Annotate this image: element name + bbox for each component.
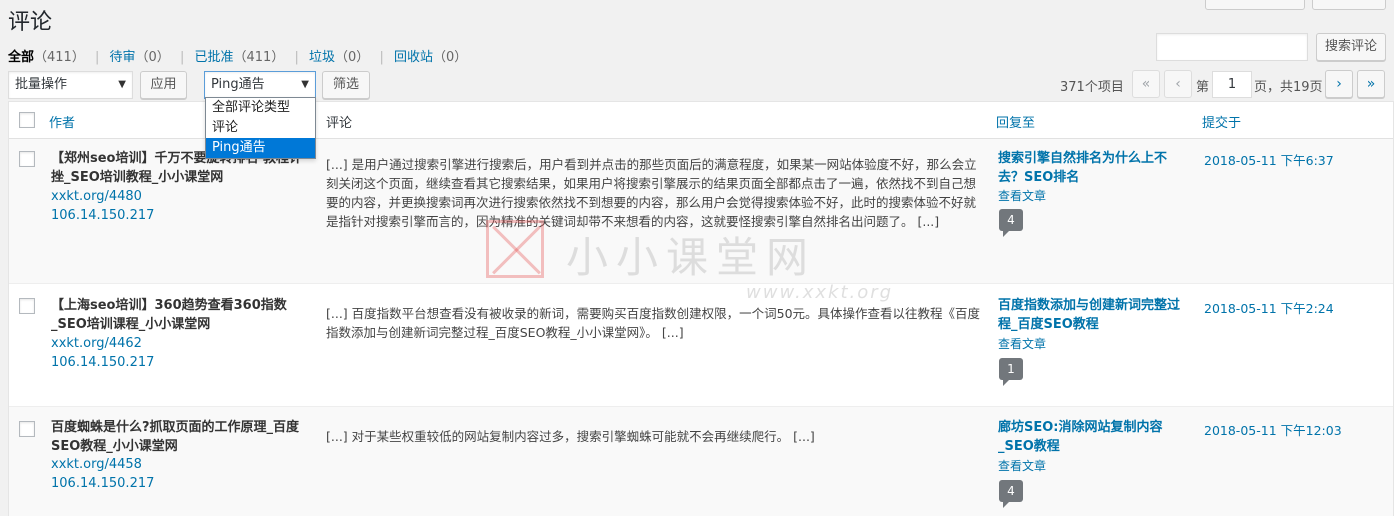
page-prefix: 第 <box>1196 80 1210 95</box>
current-page-input[interactable]: 1 <box>1212 71 1252 98</box>
search-comments-button[interactable]: 搜索评论 <box>1316 33 1386 61</box>
status-filters: 全部（411） | 待审（0） | 已批准（411） | 垃圾（0） | 回收站… <box>8 46 467 65</box>
page-title: 评论 <box>8 10 53 35</box>
filter-all-count: （411） <box>34 50 85 65</box>
table-row: 百度蜘蛛是什么?抓取页面的工作原理_百度SEO教程_小小课堂网 xxkt.org… <box>9 406 1393 516</box>
response-post-link[interactable]: 百度指数添加与创建新词完整过程_百度SEO教程 <box>998 296 1188 334</box>
comment-text: [...] 是用户通过搜索引擎进行搜索后，用户看到并点击的那些页面后的满意程度，… <box>326 157 977 229</box>
author-url[interactable]: xxkt.org/4462 <box>51 336 142 351</box>
apply-button[interactable]: 应用 <box>140 71 187 99</box>
comment-text: [...] 对于某些权重较低的网站复制内容过多，搜索引擎蜘蛛可能就不会再继续爬行… <box>326 429 815 444</box>
comment-count-bubble[interactable]: 1 <box>999 358 1023 386</box>
prev-page-button[interactable]: ‹ <box>1164 70 1192 98</box>
separator: | <box>179 50 185 65</box>
column-response[interactable]: 回复至 <box>996 112 1035 131</box>
column-submitted[interactable]: 提交于 <box>1202 112 1241 131</box>
filter-spam[interactable]: 垃圾 <box>309 50 335 65</box>
view-post-link[interactable]: 查看文章 <box>998 457 1046 474</box>
column-author[interactable]: 作者 <box>49 112 75 131</box>
author-ip[interactable]: 106.14.150.217 <box>51 476 154 491</box>
next-page-button[interactable]: › <box>1325 70 1353 98</box>
bulk-action-value: 批量操作 <box>15 77 68 92</box>
separator: | <box>94 50 100 65</box>
bulk-action-select[interactable]: 批量操作 ▼ <box>8 71 133 99</box>
filter-spam-count: （0） <box>335 50 370 65</box>
submitted-date[interactable]: 2018-05-11 下午6:37 <box>1204 150 1334 169</box>
items-count: 371个项目 <box>1060 80 1124 95</box>
filter-all[interactable]: 全部 <box>8 50 34 65</box>
filter-approved[interactable]: 已批准 <box>194 50 233 65</box>
filter-trash-count: （0） <box>432 50 468 65</box>
comment-count-bubble[interactable]: 4 <box>999 209 1023 237</box>
comment-author: 百度蜘蛛是什么?抓取页面的工作原理_百度SEO教程_小小课堂网 <box>51 420 300 454</box>
view-post-link[interactable]: 查看文章 <box>998 335 1046 352</box>
response-post-link[interactable]: 搜索引擎自然排名为什么上不去？SEO排名 <box>998 149 1188 187</box>
filter-pending[interactable]: 待审 <box>110 50 136 65</box>
table-row: 【上海seo培训】360趋势查看360指数_SEO培训课程_小小课堂网 xxkt… <box>9 283 1393 405</box>
separator: | <box>294 50 299 65</box>
comment-type-value: Ping通告 <box>211 77 265 92</box>
submitted-date[interactable]: 2018-05-11 下午12:03 <box>1204 420 1342 439</box>
row-checkbox[interactable] <box>19 421 35 437</box>
filter-pending-count: （0） <box>135 50 170 65</box>
view-post-link[interactable]: 查看文章 <box>998 187 1046 204</box>
submitted-date[interactable]: 2018-05-11 下午2:24 <box>1204 298 1334 317</box>
dropdown-arrow-icon: ▼ <box>118 79 126 90</box>
row-checkbox[interactable] <box>19 151 35 167</box>
response-post-link[interactable]: 廊坊SEO:消除网站复制内容_SEO教程 <box>998 418 1188 456</box>
comment-type-select[interactable]: Ping通告 ▼ <box>204 71 316 99</box>
top-action-button-2[interactable] <box>1312 0 1386 10</box>
search-input[interactable] <box>1156 33 1308 61</box>
dropdown-option[interactable]: 全部评论类型 <box>206 98 315 118</box>
first-page-button[interactable]: « <box>1132 70 1160 98</box>
filter-trash[interactable]: 回收站 <box>394 50 433 65</box>
separator: | <box>379 50 384 65</box>
author-ip[interactable]: 106.14.150.217 <box>51 208 154 223</box>
comment-text: [...] 百度指数平台想查看没有被收录的新词，需要购买百度指数创建权限，一个词… <box>326 306 981 340</box>
comment-author: 【上海seo培训】360趋势查看360指数_SEO培训课程_小小课堂网 <box>51 298 287 332</box>
dropdown-option[interactable]: 评论 <box>206 118 315 138</box>
last-page-button[interactable]: » <box>1357 70 1385 98</box>
dropdown-option-selected[interactable]: Ping通告 <box>206 138 315 158</box>
column-comment: 评论 <box>326 116 353 131</box>
select-all-checkbox[interactable] <box>19 112 35 128</box>
row-checkbox[interactable] <box>19 298 35 314</box>
author-url[interactable]: xxkt.org/4458 <box>51 457 142 472</box>
table-row: 【郑州seo培训】千万不要旋转排名 教程计挫_SEO培训教程_小小课堂网 xxk… <box>9 139 1393 283</box>
page-suffix: 页，共19页 <box>1254 80 1323 95</box>
filter-button[interactable]: 筛选 <box>322 71 370 99</box>
dropdown-arrow-icon: ▼ <box>301 79 309 90</box>
author-url[interactable]: xxkt.org/4480 <box>51 189 142 204</box>
comments-table: 作者 评论 回复至 提交于 【郑州seo培训】千万不要旋转排名 教程计挫_SEO… <box>8 101 1394 516</box>
comment-type-dropdown: 全部评论类型 评论 Ping通告 <box>205 97 316 159</box>
top-action-button-1[interactable] <box>1205 0 1305 10</box>
filter-approved-count: （411） <box>233 50 285 65</box>
comment-count-bubble[interactable]: 4 <box>999 480 1023 508</box>
author-ip[interactable]: 106.14.150.217 <box>51 355 154 370</box>
